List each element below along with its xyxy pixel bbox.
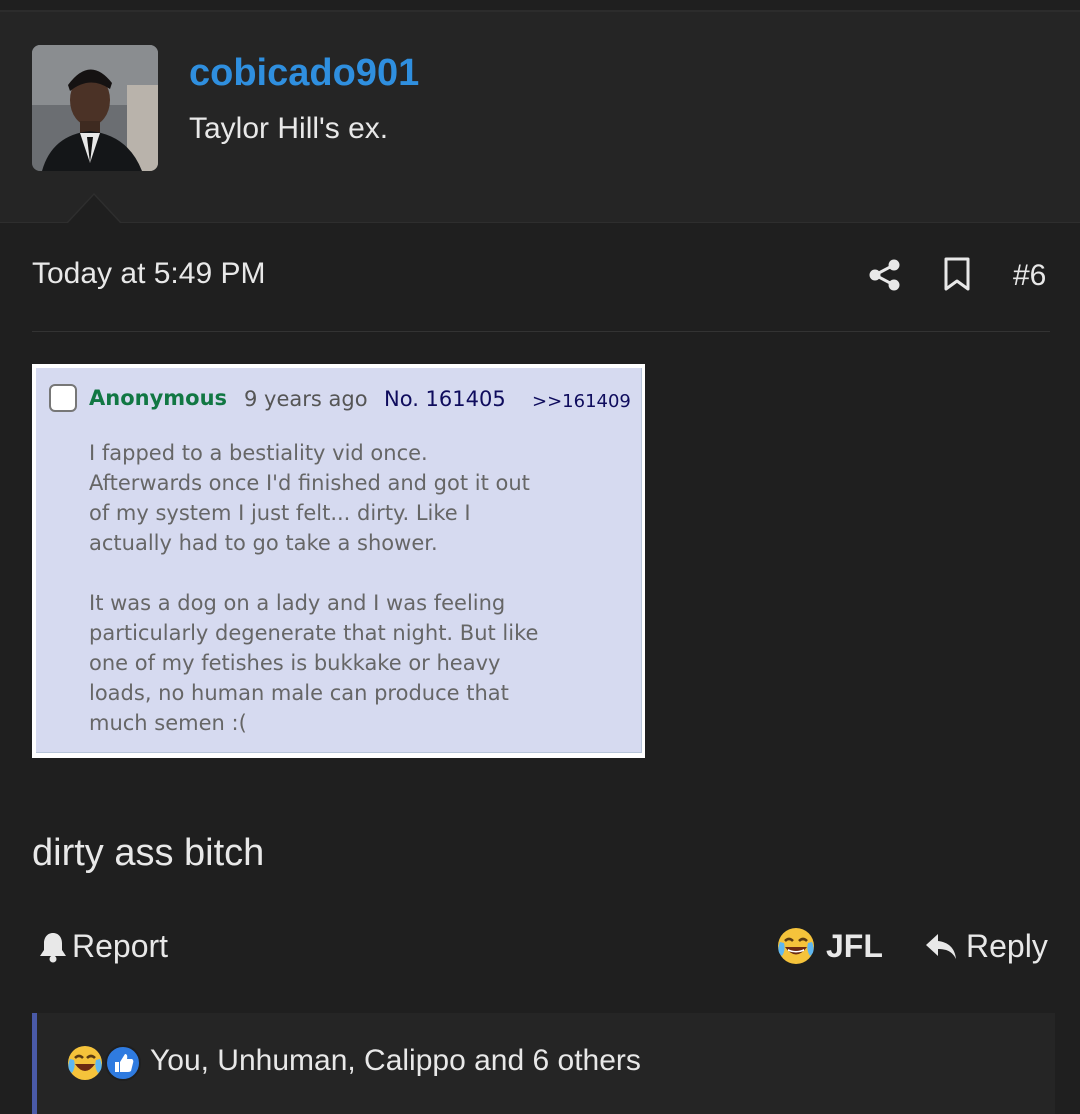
- thumbs-up-emoji-icon: [105, 1045, 141, 1081]
- greentext-post: Anonymous 9 years ago No. 161405 >>16140…: [36, 368, 642, 753]
- greentext-post-number: No. 161405: [384, 387, 506, 411]
- greentext-body: I fapped to a bestiality vid once. After…: [89, 438, 619, 768]
- report-label: Report: [72, 928, 169, 964]
- avatar[interactable]: [32, 45, 158, 171]
- reply-arrow-icon: [926, 933, 956, 959]
- user-title: Taylor Hill's ex.: [189, 112, 389, 145]
- greentext-paragraph-2: It was a dog on a lady and I was feeling…: [89, 591, 539, 735]
- avatar-image: [32, 45, 158, 171]
- reply-button[interactable]: Reply: [924, 928, 1048, 965]
- reaction-icons: [68, 1045, 141, 1081]
- crying-laughing-emoji-icon: [68, 1046, 102, 1080]
- post-divider: [32, 331, 1050, 332]
- bell-icon: [40, 932, 66, 962]
- post-timestamp[interactable]: Today at 5:49 PM: [32, 257, 265, 291]
- greentext-checkbox: [49, 384, 77, 412]
- header-pointer: [68, 195, 120, 223]
- greentext-date: 9 years ago: [244, 387, 368, 411]
- username[interactable]: cobicado901: [189, 52, 419, 95]
- reactions-summary-text[interactable]: You, Unhuman, Calippo and 6 others: [150, 1044, 641, 1078]
- share-icon[interactable]: [868, 258, 902, 292]
- greentext-author: Anonymous: [89, 386, 228, 410]
- report-button[interactable]: Report: [38, 928, 168, 965]
- post-body-text: dirty ass bitch: [32, 832, 265, 874]
- reply-label: Reply: [966, 928, 1048, 964]
- user-header: cobicado901 Taylor Hill's ex.: [0, 12, 1080, 223]
- bookmark-icon[interactable]: [942, 257, 972, 291]
- jfl-label: JFL: [826, 927, 883, 964]
- crying-laughing-emoji-icon: [778, 928, 814, 964]
- jfl-reaction-button[interactable]: JFL: [776, 926, 883, 966]
- greentext-reply-ref: >>161409: [532, 391, 631, 412]
- post-number-link[interactable]: #6: [1013, 259, 1046, 293]
- reactions-summary-bar[interactable]: You, Unhuman, Calippo and 6 others: [32, 1013, 1055, 1114]
- greentext-screenshot[interactable]: Anonymous 9 years ago No. 161405 >>16140…: [32, 364, 645, 758]
- greentext-paragraph-1: I fapped to a bestiality vid once. After…: [89, 441, 530, 555]
